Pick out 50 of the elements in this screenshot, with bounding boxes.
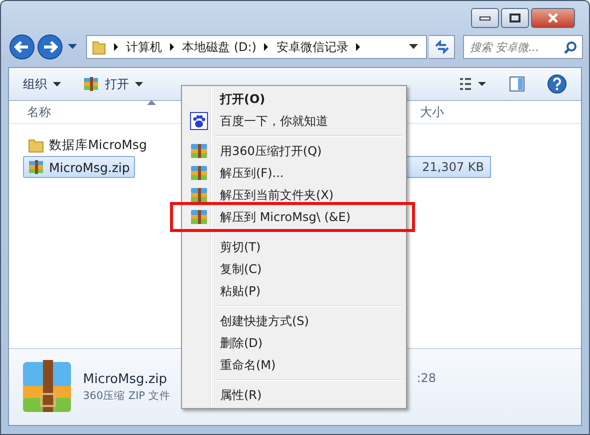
refresh-button[interactable] bbox=[429, 35, 455, 59]
search-field[interactable]: 搜索 安卓微... bbox=[463, 35, 583, 59]
menu-item[interactable]: 删除(D) bbox=[184, 332, 404, 354]
archive-icon bbox=[83, 76, 99, 92]
close-icon bbox=[547, 13, 559, 23]
toolbar-button[interactable]: 组织 bbox=[19, 74, 65, 94]
folder-icon bbox=[92, 39, 106, 55]
archive-icon bbox=[190, 143, 208, 159]
maximize-button[interactable] bbox=[501, 8, 529, 28]
menu-item[interactable]: 重命名(M) bbox=[184, 354, 404, 376]
menu-item[interactable]: 剪切(T) bbox=[184, 236, 404, 258]
menu-item[interactable]: 创建快捷方式(S) bbox=[184, 310, 404, 332]
refresh-icon bbox=[434, 40, 450, 54]
caret-icon bbox=[53, 82, 61, 86]
chevron-icon bbox=[356, 43, 360, 51]
paw-icon bbox=[190, 112, 208, 130]
back-button[interactable] bbox=[9, 34, 35, 60]
file-item[interactable]: 数据库MicroMsg bbox=[23, 134, 152, 156]
search-icon bbox=[564, 41, 577, 54]
forward-button[interactable] bbox=[37, 34, 63, 60]
archive-icon bbox=[190, 165, 208, 181]
minimize-icon bbox=[479, 15, 491, 21]
menu-item[interactable]: 解压到当前文件夹(X) bbox=[184, 184, 404, 206]
minimize-button[interactable] bbox=[471, 8, 499, 28]
archive-icon bbox=[190, 187, 208, 203]
dropdown-icon[interactable] bbox=[409, 44, 418, 50]
recent-pages-icon[interactable] bbox=[68, 44, 77, 50]
help-icon bbox=[547, 74, 567, 94]
menu-item[interactable]: 粘贴(P) bbox=[184, 280, 404, 302]
chevron-icon bbox=[264, 43, 268, 51]
breadcrumb-item[interactable]: 计算机 bbox=[126, 38, 162, 56]
file-type: 360压缩 ZIP 文件 bbox=[83, 388, 170, 402]
maximize-icon bbox=[509, 13, 521, 23]
chevron-icon bbox=[114, 43, 118, 51]
folder-icon bbox=[28, 137, 44, 153]
menu-item[interactable]: 解压到 MicroMsg\ (&E) bbox=[184, 206, 404, 228]
file-item[interactable]: MicroMsg.zip bbox=[23, 156, 135, 178]
file-name: MicroMsg.zip bbox=[83, 372, 168, 386]
breadcrumb-item[interactable]: 安卓微信记录 bbox=[276, 38, 348, 56]
modified-date: :28 bbox=[416, 371, 436, 385]
toolbar-button[interactable]: 打开 bbox=[79, 74, 147, 94]
breadcrumb-item[interactable]: 本地磁盘 (D:) bbox=[182, 38, 256, 56]
archive-icon bbox=[190, 209, 208, 225]
chevron-icon bbox=[170, 43, 174, 51]
menu-item[interactable]: 属性(R) bbox=[184, 384, 404, 406]
close-button[interactable] bbox=[531, 8, 575, 28]
caret-icon bbox=[135, 82, 143, 86]
menu-item[interactable]: 复制(C) bbox=[184, 258, 404, 280]
archive-icon bbox=[28, 159, 44, 175]
address-bar[interactable]: 计算机 本地磁盘 (D:) 安卓微信记录 bbox=[86, 35, 427, 59]
